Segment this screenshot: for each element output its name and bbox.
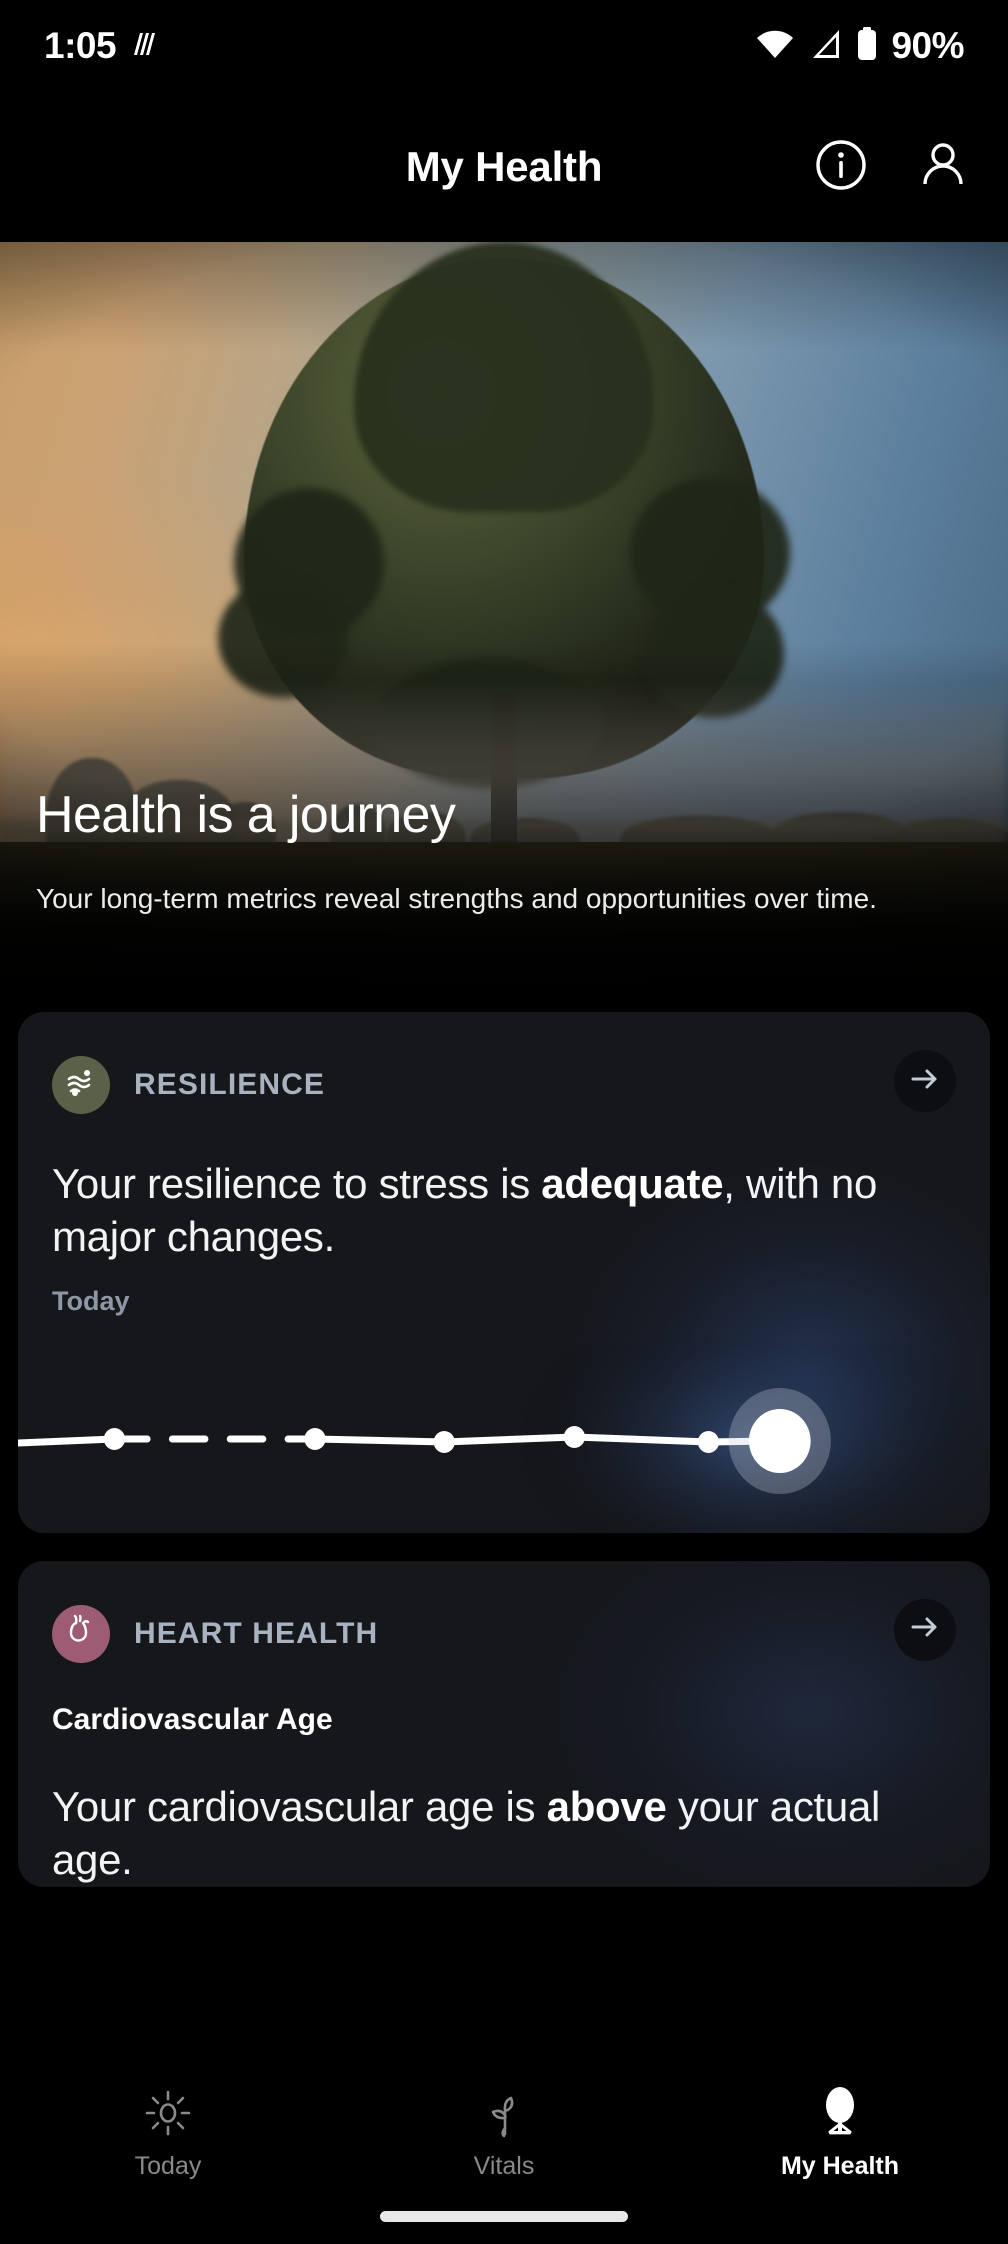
arrow-right-icon [908, 1610, 942, 1649]
resilience-headline-emphasis: adequate [541, 1160, 724, 1207]
hero-banner: Health is a journey Your long-term metri… [0, 242, 1008, 1012]
hero-title: Health is a journey [36, 786, 456, 845]
heart-health-headline-emphasis: above [546, 1782, 667, 1830]
heart-health-headline: Your cardiovascular age is above your ac… [52, 1781, 956, 1887]
hero-subtitle: Your long-term metrics reveal strengths … [36, 883, 877, 915]
resilience-open-button[interactable] [894, 1050, 956, 1112]
sprout-leaf-icon [475, 2080, 533, 2142]
battery-percent: 90% [891, 25, 964, 66]
heart-health-badge [52, 1604, 110, 1663]
info-circle-icon [814, 138, 868, 197]
battery-icon [855, 26, 879, 67]
resilience-card-body: Your resilience to stress is adequate, w… [18, 1158, 990, 1533]
resilience-category-label: RESILIENCE [134, 1068, 326, 1101]
nav-label-vitals: Vitals [473, 2152, 535, 2180]
tree-icon [811, 2080, 869, 2142]
bottom-navigation: Today Vitals My Health [0, 2064, 1008, 2244]
heart-health-card-body: Cardiovascular Age Your cardiovascular a… [18, 1703, 990, 1887]
resilience-badge [52, 1056, 110, 1114]
nav-item-vitals[interactable]: Vitals [336, 2080, 672, 2181]
nav-item-my-health[interactable]: My Health [672, 2080, 1008, 2181]
resilience-headline-prefix: Your resilience to stress is [52, 1160, 542, 1207]
hero-text-block: Health is a journey Your long-term metri… [36, 786, 948, 920]
heart-health-card[interactable]: HEART HEALTH Cardiovascular Age Your car… [18, 1560, 990, 1887]
resilience-card-header: RESILIENCE [18, 1012, 990, 1114]
person-icon [916, 138, 970, 197]
app-header: My Health [0, 92, 1008, 242]
cardiovascular-age-title: Cardiovascular Age [52, 1702, 333, 1736]
status-time: 1:05 [44, 25, 117, 66]
cellular-signal-icon [807, 27, 843, 66]
status-bar: 1:05 90% [0, 0, 1008, 92]
heart-health-headline-prefix: Your cardiovascular age is [52, 1782, 547, 1830]
nav-label-today: Today [134, 2152, 202, 2180]
profile-button[interactable] [914, 138, 972, 196]
resilience-card[interactable]: RESILIENCE Your resilience to stress is … [18, 1012, 990, 1533]
heart-health-category-label: HEART HEALTH [134, 1616, 379, 1650]
heart-health-open-button[interactable] [894, 1598, 956, 1661]
heart-health-card-header: HEART HEALTH [18, 1561, 990, 1663]
anatomical-heart-icon [65, 1614, 97, 1653]
info-button[interactable] [812, 138, 870, 196]
nav-label-my-health: My Health [780, 2152, 900, 2180]
resilience-sparkline [18, 1342, 990, 1533]
status-bar-left: 1:05 [44, 25, 156, 67]
ripple-waves-icon [64, 1066, 98, 1105]
alarm-stack-icon [130, 29, 156, 64]
sun-icon [139, 2080, 197, 2142]
resilience-timeframe: Today [52, 1285, 130, 1316]
status-bar-right: 90% [755, 25, 964, 67]
header-actions [812, 138, 972, 196]
app-screen: 1:05 90% My Health Health is a journey Y… [0, 0, 1008, 2244]
home-indicator[interactable] [380, 2211, 628, 2222]
nav-item-today[interactable]: Today [0, 2080, 336, 2181]
scroll-content[interactable]: Health is a journey Your long-term metri… [0, 242, 1008, 2244]
resilience-headline: Your resilience to stress is adequate, w… [52, 1158, 956, 1264]
wifi-icon [755, 27, 795, 66]
arrow-right-icon [908, 1062, 942, 1101]
